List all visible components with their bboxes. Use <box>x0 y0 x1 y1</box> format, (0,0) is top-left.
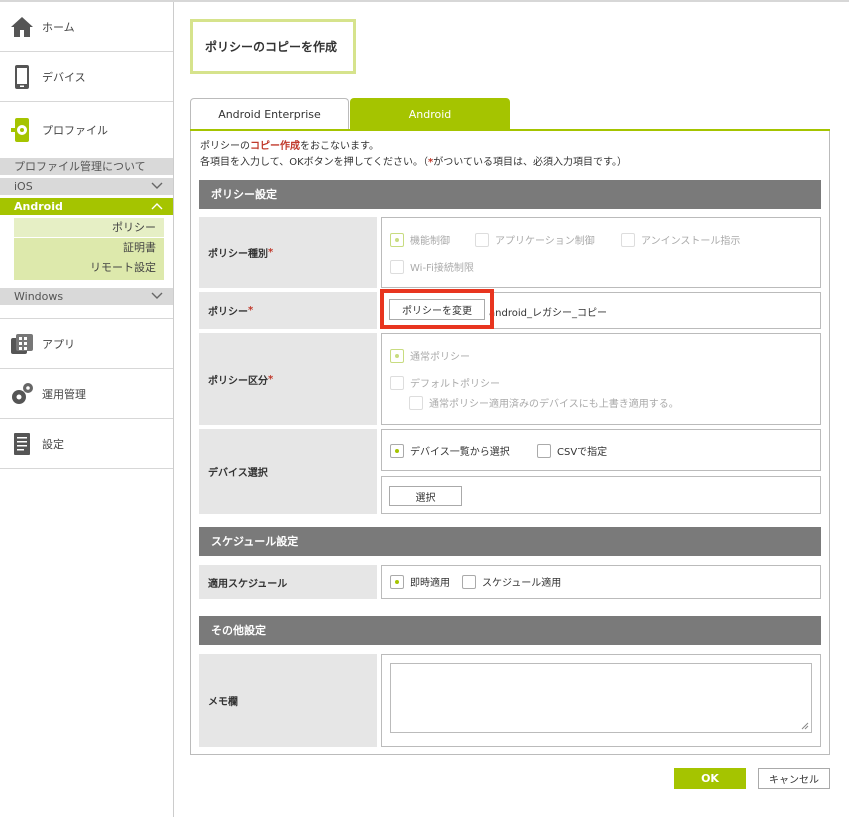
schedule-label: 適用スケジュール <box>199 565 377 599</box>
option-default-policy[interactable]: デフォルトポリシー <box>390 375 500 390</box>
policy-category-label: ポリシー区分 * <box>199 333 377 425</box>
intro-text: ポリシーのコピー作成をおこないます。 各項目を入力して、OKボタンを押してくださ… <box>200 141 627 168</box>
sidebar-item-settings[interactable]: 設定 <box>0 419 173 469</box>
document-icon <box>10 431 34 457</box>
section-policy-settings: ポリシー設定 <box>199 180 821 209</box>
section-schedule-settings: スケジュール設定 <box>199 527 821 556</box>
android-submenu: ポリシー 証明書 リモート設定 <box>14 218 164 280</box>
sidebar-item-profile[interactable]: プロファイル <box>0 102 173 158</box>
sidebar-item-policy[interactable]: ポリシー <box>14 218 164 238</box>
page-title: ポリシーのコピーを作成 <box>190 19 356 74</box>
select-devices-button[interactable]: 選択 <box>389 486 462 506</box>
sidebar-item-remote-settings[interactable]: リモート設定 <box>14 258 164 280</box>
chevron-up-icon <box>151 203 163 210</box>
sidebar-item-label: Android <box>14 200 63 213</box>
option-app-control[interactable]: アプリケーション制御 <box>475 232 595 247</box>
sidebar-item-android[interactable]: Android <box>0 198 173 215</box>
policy-type-label: ポリシー種別 * <box>199 217 377 288</box>
sidebar-item-label: プロファイル <box>42 124 108 137</box>
sidebar-item-profile-about[interactable]: プロファイル管理について <box>0 158 173 175</box>
tab-android-enterprise[interactable]: Android Enterprise <box>190 98 349 130</box>
sidebar-item-label: 設定 <box>42 437 64 451</box>
chevron-down-icon <box>151 292 163 299</box>
option-csv[interactable]: CSVで指定 <box>537 443 607 458</box>
highlight-box <box>380 289 494 329</box>
chevron-down-icon <box>151 182 163 189</box>
sidebar-item-label: Windows <box>14 290 64 303</box>
sidebar-item-label: ホーム <box>42 20 75 34</box>
sidebar-item-windows[interactable]: Windows <box>0 288 173 305</box>
memo-label: メモ欄 <box>199 654 377 747</box>
resize-handle-icon[interactable] <box>801 722 809 730</box>
home-icon <box>10 14 34 40</box>
sidebar-item-label: アプリ <box>42 337 75 351</box>
option-scheduled[interactable]: スケジュール適用 <box>462 574 561 589</box>
sidebar-item-label: 運用管理 <box>42 387 86 401</box>
sidebar-item-ios[interactable]: iOS <box>0 178 173 195</box>
emphasis-text: コピー作成 <box>250 141 300 152</box>
sidebar-item-devices[interactable]: デバイス <box>0 52 173 102</box>
policy-name-value: android_レガシー_コピー <box>489 308 607 319</box>
sidebar-item-apps[interactable]: アプリ <box>0 319 173 369</box>
option-function-control[interactable]: 機能制御 <box>390 232 450 247</box>
sidebar-item-label: iOS <box>14 180 33 193</box>
option-immediate[interactable]: 即時適用 <box>390 574 450 589</box>
option-overwrite-apply[interactable]: 通常ポリシー適用済みのデバイスにも上書き適用する。 <box>409 395 679 410</box>
sidebar-item-certificate[interactable]: 証明書 <box>14 238 164 258</box>
radio-selected <box>390 232 404 247</box>
sidebar-item-label: デバイス <box>42 70 86 84</box>
cancel-button[interactable]: キャンセル <box>758 768 830 789</box>
option-wifi-restriction[interactable]: Wi-Fi接続制限 <box>390 259 474 274</box>
memo-textarea[interactable] <box>390 663 812 733</box>
ok-button[interactable]: OK <box>674 768 746 789</box>
device-select-label: デバイス選択 <box>199 429 377 514</box>
policy-type-field <box>381 217 821 288</box>
profile-gear-icon <box>10 117 34 143</box>
sidebar-item-operations[interactable]: 運用管理 <box>0 369 173 419</box>
option-normal-policy[interactable]: 通常ポリシー <box>390 348 470 363</box>
sidebar: ホーム デバイス プロファイル プロファイル管理について iOS Android… <box>0 2 174 817</box>
phone-icon <box>10 64 34 90</box>
app-icon <box>10 331 34 357</box>
option-uninstall[interactable]: アンインストール指示 <box>621 232 740 247</box>
sidebar-item-home[interactable]: ホーム <box>0 2 173 52</box>
tab-android[interactable]: Android <box>350 98 510 130</box>
policy-label: ポリシー * <box>199 292 377 329</box>
section-other-settings: その他設定 <box>199 616 821 645</box>
gears-icon <box>10 381 34 407</box>
option-from-device-list[interactable]: デバイス一覧から選択 <box>390 443 510 458</box>
